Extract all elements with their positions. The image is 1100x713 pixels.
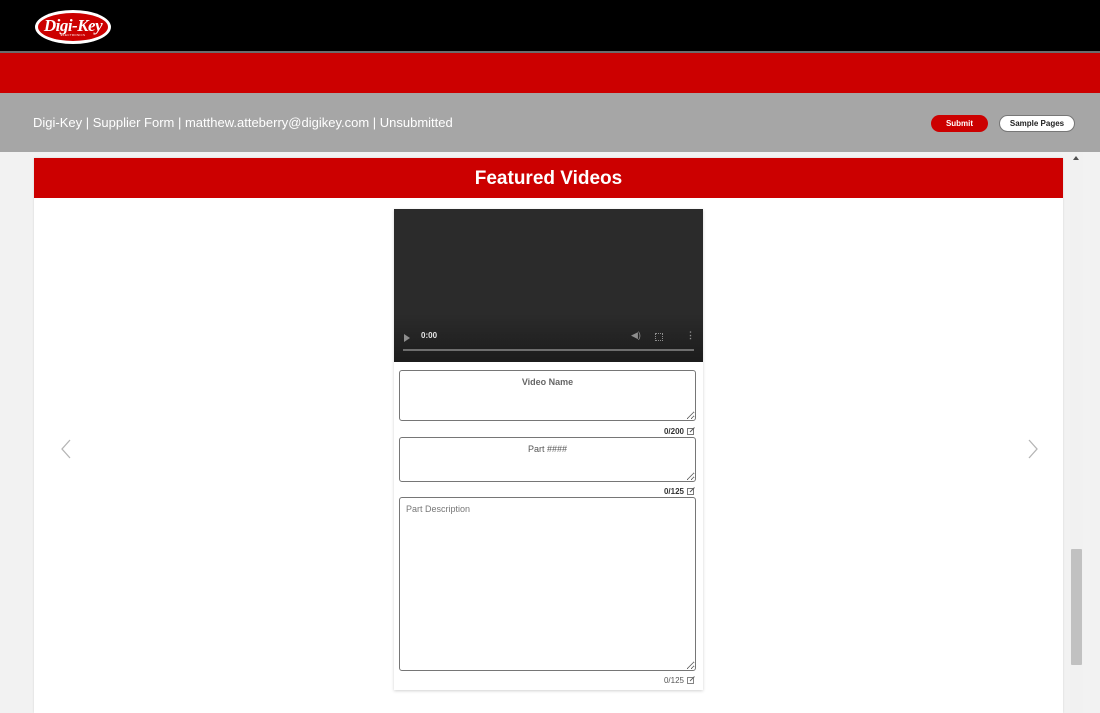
featured-videos-card: Featured Videos 0:00 ◀︎) ⋮ 0/200: [34, 158, 1063, 713]
video-name-field[interactable]: [399, 370, 696, 421]
section-title: Featured Videos: [474, 168, 623, 189]
scrollbar-thumb[interactable]: [1071, 549, 1082, 665]
video-name-count: 0/200: [663, 427, 684, 437]
logo-badge: Digi-Key ELECTRONICS: [38, 13, 108, 41]
edit-icon: [687, 676, 695, 686]
submit-button[interactable]: Submit: [931, 115, 988, 132]
edit-icon: [687, 487, 695, 497]
digikey-logo[interactable]: Digi-Key ELECTRONICS: [35, 10, 111, 44]
video-time: 0:00: [421, 331, 438, 340]
form-info-text: Digi-Key | Supplier Form | matthew.atteb…: [33, 115, 453, 130]
chevron-right-icon[interactable]: [1027, 438, 1039, 460]
red-banner: [0, 53, 1100, 93]
top-bar: Digi-Key ELECTRONICS: [0, 0, 1100, 51]
content-area: Featured Videos 0:00 ◀︎) ⋮ 0/200: [0, 152, 1100, 713]
part-description-counter: 0/125: [664, 676, 695, 686]
page-scrollbar[interactable]: [1070, 152, 1083, 713]
play-icon[interactable]: [404, 334, 410, 342]
part-number-field[interactable]: [399, 437, 696, 482]
part-number-counter: 0/125: [664, 487, 695, 497]
section-header: Featured Videos: [34, 158, 1063, 198]
edit-icon: [687, 427, 695, 437]
part-description-field[interactable]: [399, 497, 696, 671]
volume-icon[interactable]: ◀︎): [631, 330, 641, 341]
sample-pages-button[interactable]: Sample Pages: [999, 115, 1075, 132]
video-progress-bar[interactable]: [403, 349, 694, 351]
video-player[interactable]: 0:00 ◀︎) ⋮: [394, 209, 703, 362]
logo-subtext: ELECTRONICS: [60, 33, 86, 37]
video-name-counter: 0/200: [664, 427, 695, 437]
part-number-count: 0/125: [663, 487, 684, 497]
more-options-icon[interactable]: ⋮: [686, 330, 695, 341]
chevron-left-icon[interactable]: [60, 438, 72, 460]
part-description-count: 0/125: [663, 676, 684, 686]
form-header-bar: Digi-Key | Supplier Form | matthew.atteb…: [0, 93, 1100, 152]
video-slide: 0:00 ◀︎) ⋮ 0/200 0/125 0/125: [394, 209, 703, 690]
scroll-up-arrow-icon[interactable]: [1073, 156, 1079, 160]
fullscreen-icon[interactable]: [655, 333, 663, 341]
